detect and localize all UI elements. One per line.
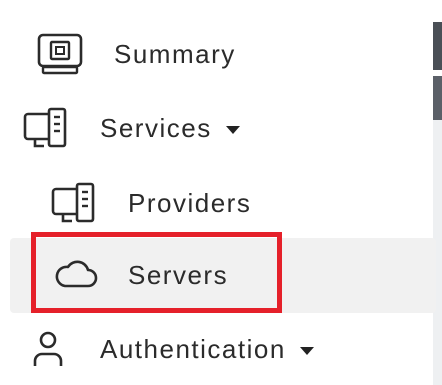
sidebar-item-label: Authentication [100,333,286,364]
content-edge-dark-strip [433,22,442,70]
sidebar-item-authentication[interactable]: Authentication [26,327,314,371]
sidebar-navigation: Summary Services Providers Servers Authe… [0,0,442,385]
sidebar-item-services[interactable]: Services [20,106,240,150]
sidebar-item-providers[interactable]: Providers [48,181,251,225]
services-desktop-icon [20,106,72,150]
summary-monitor-icon [34,32,86,76]
sidebar-item-summary[interactable]: Summary [34,32,236,76]
chevron-down-icon [299,347,314,355]
sidebar-item-label: Services [100,112,212,143]
user-icon [26,327,70,371]
sidebar-item-label: Summary [114,38,236,69]
providers-desktop-icon [48,181,100,225]
sidebar-item-label: Providers [128,187,252,218]
content-edge-dark-strip [433,76,442,120]
chevron-down-icon [225,126,240,134]
selection-highlight-box [31,232,282,313]
